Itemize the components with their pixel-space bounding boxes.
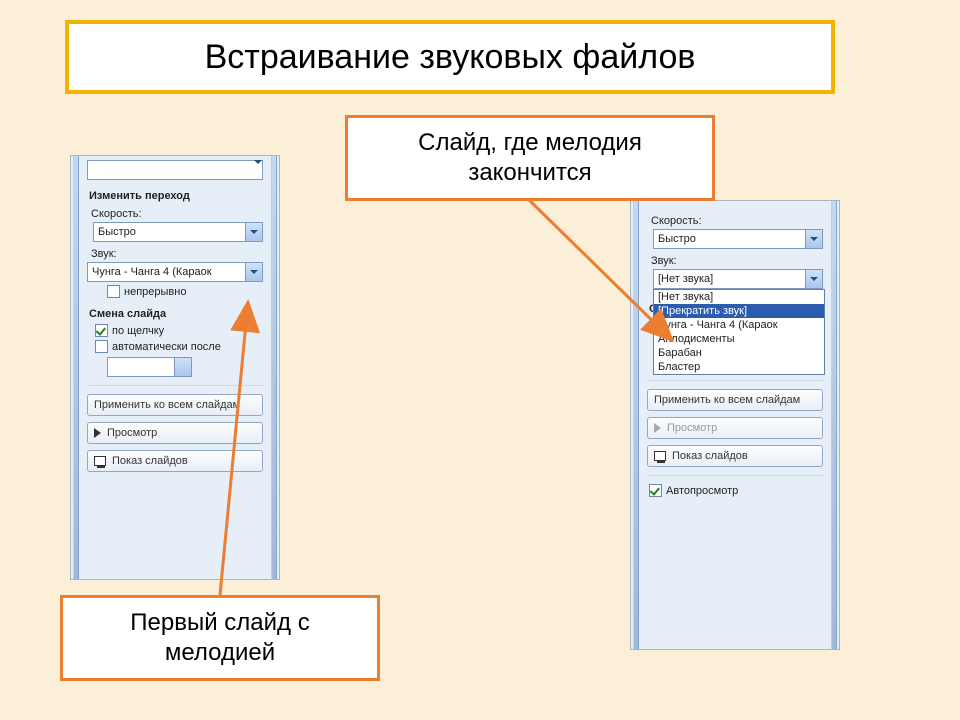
preview-label: Просмотр xyxy=(107,427,157,439)
screen-icon xyxy=(654,451,666,461)
pane-scrollbar-left[interactable] xyxy=(633,201,639,649)
sound-option[interactable]: Барабан xyxy=(654,346,824,360)
label-sound: Звук: xyxy=(91,248,265,260)
slide-title: Встраивание звуковых файлов xyxy=(205,38,696,77)
preview-label: Просмотр xyxy=(667,422,717,434)
apply-all-label: Применить ко всем слайдам xyxy=(94,399,240,411)
sound-option[interactable]: Чунга - Чанга 4 (Караок xyxy=(654,318,824,332)
pane-scrollbar-left[interactable] xyxy=(73,156,79,579)
apply-all-button[interactable]: Применить ко всем слайдам xyxy=(87,394,263,416)
auto-after-label: автоматически после xyxy=(112,341,221,353)
pane-scrollbar-right[interactable] xyxy=(271,156,277,579)
chevron-down-icon xyxy=(810,277,818,281)
speed-dropdown[interactable]: Быстро xyxy=(93,222,263,242)
drop-button-icon[interactable] xyxy=(245,263,262,281)
chevron-down-icon xyxy=(250,270,258,274)
screen-icon xyxy=(94,456,106,466)
sound-value: Чунга - Чанга 4 (Караок xyxy=(88,266,245,278)
divider xyxy=(87,385,263,386)
label-speed: Скорость: xyxy=(651,215,825,227)
loop-checkbox[interactable] xyxy=(107,285,120,298)
chevron-down-icon xyxy=(254,160,262,176)
autopreview-checkbox[interactable] xyxy=(649,484,662,497)
spinner-buttons-icon[interactable] xyxy=(174,358,191,376)
label-speed: Скорость: xyxy=(91,208,265,220)
slideshow-label: Показ слайдов xyxy=(112,455,188,467)
pane-scrollbar-right[interactable] xyxy=(831,201,837,649)
sound-dropdown-list[interactable]: [Нет звука] [Прекратить звук] Чунга - Ча… xyxy=(653,289,825,375)
speed-value: Быстро xyxy=(94,226,245,238)
on-click-checkbox[interactable] xyxy=(95,324,108,337)
slideshow-label: Показ слайдов xyxy=(672,450,748,462)
drop-button-icon[interactable] xyxy=(805,230,822,248)
callout-end-slide: Слайд, где мелодия закончится xyxy=(345,115,715,201)
speed-value: Быстро xyxy=(654,233,805,245)
on-click-label: по щелчку xyxy=(112,325,164,337)
sound-option[interactable]: Бластер xyxy=(654,360,824,374)
preview-button[interactable]: Просмотр xyxy=(647,417,823,439)
preview-button[interactable]: Просмотр xyxy=(87,422,263,444)
auto-after-time-spinner[interactable] xyxy=(107,357,192,377)
callout-end-slide-text: Слайд, где мелодия закончится xyxy=(418,129,642,186)
play-icon xyxy=(654,423,661,433)
chevron-down-icon xyxy=(250,230,258,234)
play-icon xyxy=(94,428,101,438)
sound-option[interactable]: [Нет звука] xyxy=(654,290,824,304)
group-header-transition: Изменить переход xyxy=(89,190,265,202)
transition-pane-right: Скорость: Быстро Звук: [Нет звука] [Нет … xyxy=(630,200,840,650)
group-header-advance: Смена слайда xyxy=(89,308,265,320)
sound-dropdown[interactable]: Чунга - Чанга 4 (Караок xyxy=(87,262,263,282)
sound-option[interactable]: Аплодисменты xyxy=(654,332,824,346)
slide-title-box: Встраивание звуковых файлов xyxy=(65,20,835,94)
divider xyxy=(647,475,823,476)
auto-after-checkbox[interactable] xyxy=(95,340,108,353)
slideshow-button[interactable]: Показ слайдов xyxy=(87,450,263,472)
speed-dropdown[interactable]: Быстро xyxy=(653,229,823,249)
callout-first-slide-text: Первый слайд с мелодией xyxy=(130,609,309,666)
label-sound: Звук: xyxy=(651,255,825,267)
apply-all-label: Применить ко всем слайдам xyxy=(654,394,800,406)
sound-value: [Нет звука] xyxy=(654,273,805,285)
drop-button-icon[interactable] xyxy=(254,164,262,176)
chevron-down-icon xyxy=(810,237,818,241)
slideshow-button[interactable]: Показ слайдов xyxy=(647,445,823,467)
autopreview-label: Автопросмотр xyxy=(666,485,738,497)
drop-button-icon[interactable] xyxy=(245,223,262,241)
sound-dropdown[interactable]: [Нет звука] xyxy=(653,269,823,289)
loop-label: непрерывно xyxy=(124,286,186,298)
sound-option-selected[interactable]: [Прекратить звук] xyxy=(654,304,824,318)
callout-first-slide: Первый слайд с мелодией xyxy=(60,595,380,681)
apply-all-button[interactable]: Применить ко всем слайдам xyxy=(647,389,823,411)
drop-button-icon[interactable] xyxy=(805,270,822,288)
transition-pane-left: Изменить переход Скорость: Быстро Звук: … xyxy=(70,155,280,580)
effect-dropdown-clipped[interactable] xyxy=(87,160,263,180)
divider xyxy=(647,380,823,381)
